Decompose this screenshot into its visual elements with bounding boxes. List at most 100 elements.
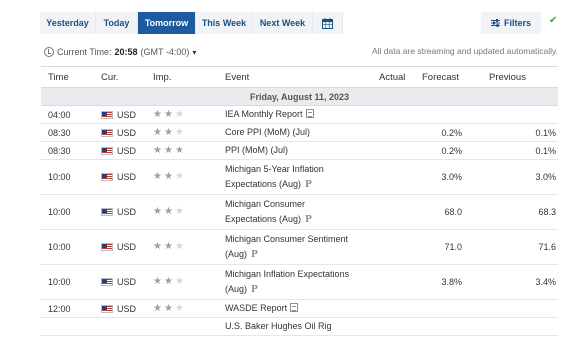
cell-event[interactable]: Michigan Consumer Expectations (Aug) P — [225, 195, 375, 229]
table-row: 04:00 USD ★ ★ ★ IEA Monthly Report — [41, 106, 558, 124]
economic-calendar-table: Time Cur. Imp. Event Actual Forecast Pre… — [41, 66, 558, 336]
us-flag-icon — [101, 243, 113, 251]
cell-importance: ★ ★ ★ — [153, 265, 184, 299]
cell-time: 10:00 — [48, 207, 71, 217]
event-link[interactable]: Michigan Consumer — [225, 199, 305, 209]
cell-previous: 71.6 — [538, 242, 556, 252]
cell-event[interactable]: Michigan 5-Year Inflation Expectations (A… — [225, 160, 375, 194]
cell-importance: ★ ★ ★ — [153, 160, 184, 194]
header-forecast[interactable]: Forecast — [422, 72, 459, 83]
us-flag-icon — [101, 208, 113, 216]
streaming-note: All data are streaming and updated autom… — [371, 46, 558, 56]
us-flag-icon — [101, 110, 113, 119]
cell-importance: ★ ★ ★ — [153, 230, 184, 264]
date-row: Friday, August 11, 2023 — [41, 88, 558, 106]
table-row: 08:30 USD ★ ★ ★ Core PPI (MoM) (Jul) 0.2% 0.1% — [41, 124, 558, 142]
cell-event[interactable]: U.S. Baker Hughes Oil Rig — [225, 318, 375, 335]
table-row: U.S. Baker Hughes Oil Rig — [41, 318, 558, 336]
cell-currency: USD — [101, 230, 136, 264]
tab-yesterday[interactable]: Yesterday — [40, 12, 96, 34]
event-link-line2[interactable]: (Aug) — [225, 249, 247, 259]
preliminary-p-icon: P — [251, 249, 258, 260]
cell-time: 12:00 — [48, 303, 71, 314]
currency-code: USD — [117, 242, 137, 252]
cell-event[interactable]: Michigan Inflation Expectations (Aug) P — [225, 265, 375, 299]
star-icon: ★ — [174, 144, 184, 156]
header-previous[interactable]: Previous — [489, 72, 526, 83]
us-flag-icon — [101, 146, 113, 155]
cell-event[interactable]: IEA Monthly Report — [225, 106, 375, 123]
cell-importance: ★ ★ ★ — [153, 106, 184, 123]
event-link[interactable]: Michigan Inflation Expectations — [225, 269, 349, 279]
calendar-button[interactable] — [313, 12, 343, 34]
us-flag-icon — [101, 304, 113, 313]
tab-today[interactable]: Today — [96, 12, 138, 34]
cell-currency: USD — [101, 300, 136, 317]
cell-forecast: 0.2% — [441, 127, 462, 138]
us-flag-icon — [101, 173, 113, 181]
cell-forecast: 71.0 — [444, 242, 462, 252]
star-icon: ★ — [153, 108, 162, 120]
cell-currency: USD — [101, 160, 136, 194]
currency-code: USD — [117, 207, 137, 217]
cell-time: 08:30 — [48, 127, 71, 138]
event-link[interactable]: Michigan 5-Year Inflation — [225, 164, 324, 174]
event-link-line2[interactable]: Expectations (Aug) — [225, 179, 301, 189]
cell-previous: 3.0% — [535, 172, 556, 182]
us-flag-icon — [101, 278, 113, 286]
filters-button[interactable]: Filters — [481, 12, 541, 34]
event-link[interactable]: WASDE Report — [225, 303, 287, 313]
date-range-tabs: Yesterday Today Tomorrow This Week Next … — [40, 12, 343, 34]
event-link-line2[interactable]: Expectations (Aug) — [225, 214, 301, 224]
table-body: 04:00 USD ★ ★ ★ IEA Monthly Report 08:30 USD ★ ★ ★… — [41, 106, 558, 336]
header-time[interactable]: Time — [48, 72, 69, 83]
event-link-line2[interactable]: (Aug) — [225, 284, 247, 294]
star-icon: ★ — [153, 206, 162, 217]
header-currency[interactable]: Cur. — [101, 72, 118, 83]
cell-importance: ★ ★ ★ — [153, 142, 184, 159]
check-icon: ✔ — [549, 15, 558, 26]
timezone-chevron-down-icon[interactable]: ▾ — [192, 48, 196, 57]
us-flag-icon — [101, 128, 113, 137]
cell-forecast: 3.0% — [441, 172, 462, 182]
currency-code: USD — [117, 303, 137, 314]
calendar-icon — [322, 17, 333, 29]
header-importance[interactable]: Imp. — [153, 72, 171, 83]
event-link[interactable]: Michigan Consumer Sentiment — [225, 234, 348, 244]
cell-currency: USD — [101, 265, 136, 299]
header-actual[interactable]: Actual — [379, 72, 405, 83]
cell-event[interactable]: Michigan Consumer Sentiment (Aug) P — [225, 230, 375, 264]
cell-forecast: 68.0 — [444, 207, 462, 217]
table-row: 10:00 USD ★ ★ ★ Michigan Inflation Expectatio… — [41, 265, 558, 300]
cell-forecast: 0.2% — [441, 145, 462, 156]
event-link[interactable]: Core PPI (MoM) (Jul) — [225, 127, 310, 137]
star-icon: ★ — [163, 241, 173, 252]
cell-event[interactable]: PPI (MoM) (Jul) — [225, 142, 375, 159]
star-icon: ★ — [153, 126, 162, 138]
event-link[interactable]: U.S. Baker Hughes Oil Rig — [225, 321, 332, 331]
timezone-label: (GMT -4:00) — [140, 47, 190, 57]
tab-this-week[interactable]: This Week — [196, 12, 253, 34]
table-row: 08:30 USD ★ ★ ★ PPI (MoM) (Jul) 0.2% 0.1% — [41, 142, 558, 160]
cell-importance: ★ ★ ★ — [153, 195, 184, 229]
star-icon: ★ — [174, 108, 184, 120]
tab-next-week[interactable]: Next Week — [253, 12, 313, 34]
event-link[interactable]: IEA Monthly Report — [225, 109, 303, 119]
star-icon: ★ — [153, 144, 162, 156]
current-time-bar: Current Time: 20:58 (GMT -4:00) ▾ — [44, 47, 196, 57]
event-link[interactable]: PPI (MoM) (Jul) — [225, 145, 288, 155]
tab-tomorrow[interactable]: Tomorrow — [138, 12, 196, 34]
header-event[interactable]: Event — [225, 72, 249, 83]
star-icon: ★ — [174, 126, 184, 138]
cell-previous: 3.4% — [535, 277, 556, 287]
star-icon: ★ — [174, 241, 184, 252]
table-header: Time Cur. Imp. Event Actual Forecast Pre… — [41, 67, 558, 88]
filters-label: Filters — [503, 18, 531, 28]
cell-event[interactable]: WASDE Report — [225, 300, 375, 317]
preliminary-p-icon: P — [251, 284, 258, 295]
cell-time: 10:00 — [48, 277, 71, 287]
cell-event[interactable]: Core PPI (MoM) (Jul) — [225, 124, 375, 141]
cell-previous: 0.1% — [535, 127, 556, 138]
cell-previous: 0.1% — [535, 145, 556, 156]
clock-icon — [44, 47, 54, 57]
